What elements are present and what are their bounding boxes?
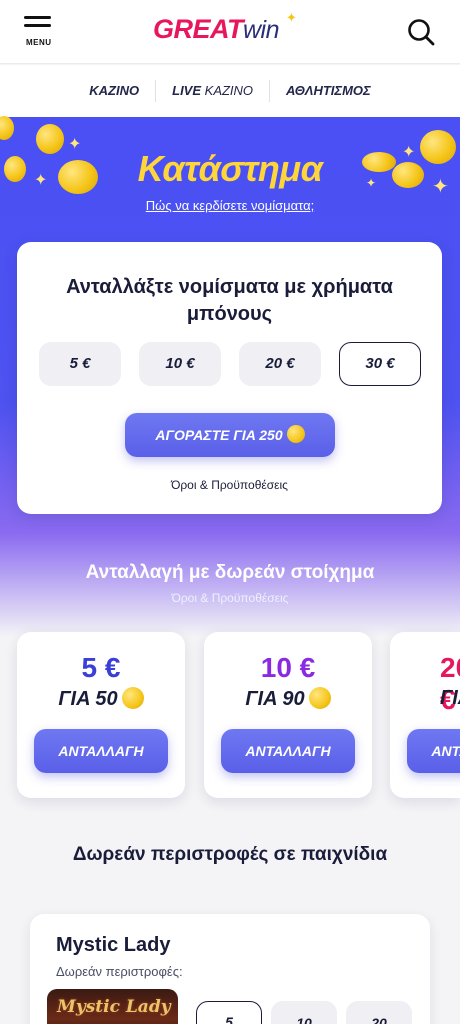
- logo-great: GREAT: [153, 14, 244, 44]
- freebet-price-value: 50: [95, 688, 118, 710]
- nav-live-label: LIVE: [172, 83, 202, 98]
- coin-icon: [286, 425, 305, 443]
- game-subtitle: Δωρεάν περιστροφές:: [56, 964, 183, 979]
- hamburger-icon-bar: [24, 24, 51, 27]
- menu-label: MENU: [26, 38, 52, 47]
- exchange-button[interactable]: ΑΝΤΑΛΛΑΓΗ: [34, 729, 168, 773]
- sparkle-icon: ✦: [286, 10, 297, 25]
- freebet-card: 5 € ΓΙΑ 50 ΑΝΤΑΛΛΑΓΗ: [17, 632, 185, 798]
- nav-casino[interactable]: ΚΑΖΙΝΟ: [73, 80, 155, 102]
- search-button[interactable]: [406, 17, 436, 47]
- freebet-price-value: 90: [282, 688, 305, 710]
- exchange-title: Ανταλλάξτε νομίσματα με χρήματα μπόνους: [66, 276, 393, 325]
- top-header: MENU GREATwin ✦: [0, 0, 460, 64]
- menu-button[interactable]: MENU: [24, 16, 58, 48]
- spins-option-20[interactable]: 20: [346, 1001, 412, 1024]
- amount-option-10[interactable]: 10 €: [139, 342, 221, 386]
- freebet-for-label: ΓΙΑ: [58, 688, 90, 710]
- freebet-terms-link[interactable]: Όροι & Προϋποθέσεις: [0, 591, 460, 605]
- amount-option-20[interactable]: 20 €: [239, 342, 321, 386]
- game-name: Mystic Lady: [56, 934, 171, 956]
- amount-option-30[interactable]: 30 €: [339, 342, 421, 386]
- freebet-amount: 10 €: [260, 652, 316, 683]
- exchange-button[interactable]: ΑΝΤΑΛΛΑΓΗ: [407, 729, 460, 773]
- hamburger-icon: [24, 16, 51, 19]
- game-thumbnail[interactable]: Mystic Lady: [47, 989, 178, 1024]
- freebet-section-title: Ανταλλαγή με δωρεάν στοίχημα: [85, 562, 375, 583]
- search-icon: [408, 19, 435, 46]
- spins-option-10[interactable]: 10: [271, 1001, 337, 1024]
- freebet-price: ΓΙΑ 90: [204, 687, 372, 711]
- buy-button-label: ΑΓΟΡΑΣΤΕ ΓΙΑ 250: [155, 427, 283, 443]
- exchange-button[interactable]: ΑΝΤΑΛΛΑΓΗ: [221, 729, 355, 773]
- logo-win: win: [243, 16, 280, 44]
- game-thumbnail-title: Mystic Lady: [57, 997, 171, 1017]
- coin-icon: [121, 687, 144, 709]
- freebet-for-label: ΓΙΑ: [245, 688, 277, 710]
- freebet-for-label: ΓΙΑ: [440, 687, 460, 709]
- category-nav: ΚΑΖΙΝΟ LIVE ΚΑΖΙΝΟ ΑΘΛΗΤΙΣΜΟΣ: [0, 65, 460, 117]
- nav-live-casino-label: ΚΑΖΙΝΟ: [201, 83, 254, 98]
- nav-sports-label: ΑΘΛΗΤΙΣΜΟΣ: [286, 83, 371, 98]
- nav-sports[interactable]: ΑΘΛΗΤΙΣΜΟΣ: [270, 80, 387, 102]
- freebet-card: 10 € ΓΙΑ 90 ΑΝΤΑΛΛΑΓΗ: [204, 632, 372, 798]
- terms-link[interactable]: Όροι & Προϋποθέσεις: [17, 478, 442, 492]
- spins-option-5[interactable]: 5: [196, 1001, 262, 1024]
- logo[interactable]: GREATwin: [153, 14, 280, 45]
- nav-casino-label: ΚΑΖΙΝΟ: [89, 83, 140, 98]
- freebet-amount: 5 €: [81, 652, 121, 683]
- game-card: Mystic Lady Δωρεάν περιστροφές: Mystic L…: [30, 914, 430, 1024]
- bonus-exchange-card: Ανταλλάξτε νομίσματα με χρήματα μπόνους …: [17, 242, 442, 514]
- nav-live-casino[interactable]: LIVE ΚΑΖΙΝΟ: [156, 80, 269, 102]
- free-spins-title: Δωρεάν περιστροφές σε παιχνίδια: [72, 844, 388, 865]
- amount-option-5[interactable]: 5 €: [39, 342, 121, 386]
- freebet-price: ΓΙΑ 50: [17, 687, 185, 711]
- page-title: Κατάστημα: [137, 148, 323, 189]
- how-to-earn-link[interactable]: Πώς να κερδίσετε νομίσματα;: [0, 198, 460, 213]
- coin-icon: [308, 687, 331, 709]
- buy-button[interactable]: ΑΓΟΡΑΣΤΕ ΓΙΑ 250: [125, 413, 335, 457]
- freebet-card: 20 € ΓΙΑ ΑΝΤΑΛΛΑΓΗ: [390, 632, 460, 798]
